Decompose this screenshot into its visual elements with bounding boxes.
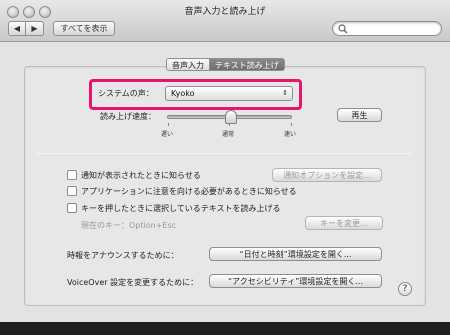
system-voice-select[interactable]: Kyoko ⇕ [165,86,293,101]
slider-tick [291,123,292,126]
tab-speech-recognition[interactable]: 音声入力 [167,59,209,70]
rate-normal-label: 通常 [222,131,235,138]
search-icon [338,24,348,34]
show-all-button[interactable]: すべてを表示 [53,21,115,36]
search-input[interactable] [332,21,442,36]
announce-alerts-checkbox[interactable] [67,170,77,180]
speaking-rate-slider[interactable] [167,110,292,124]
announce-alerts-label: 通知が表示されたときに知らせる [81,171,201,180]
forward-arrow-icon: ▶ [31,24,38,33]
desktop-edge [0,322,450,335]
change-key-button[interactable]: キーを変更... [305,216,383,230]
current-key-label: 現在のキー：Option+Esc [81,221,177,230]
play-button[interactable]: 再生 [337,108,382,122]
tab-bar: 音声入力 テキスト読み上げ [166,58,285,71]
preferences-window: 音声入力と読み上げ ◀ ▶ すべてを表示 音声入力 テキスト読み上げ システムの… [0,0,450,335]
help-button[interactable]: ? [398,282,412,296]
window-title: 音声入力と読み上げ [184,7,266,17]
open-accessibility-button[interactable]: “アクセシビリティ”環境設定を開く... [209,274,382,288]
titlebar: 音声入力と読み上げ ◀ ▶ すべてを表示 [0,0,450,42]
popup-arrows-icon: ⇕ [282,89,288,97]
slider-knob[interactable] [224,110,237,124]
back-button[interactable]: ◀ [8,21,26,36]
rate-fast-label: 速い [284,131,297,138]
open-date-time-button[interactable]: “日付と時刻”環境設定を開く... [209,247,382,261]
system-voice-label: システムの声： [98,89,154,98]
separator [36,153,412,154]
help-icon: ? [402,284,408,294]
speak-selection-checkbox[interactable] [67,203,77,213]
announce-attention-checkbox[interactable] [67,186,77,196]
announce-time-label: 時報をアナウンスするために： [67,251,179,260]
forward-button[interactable]: ▶ [26,21,44,36]
voiceover-label: VoiceOver 設定を変更するために： [67,278,199,287]
speak-selection-label: キーを押したときに選択しているテキストを読み上げる [81,204,281,213]
slider-tick [168,123,169,126]
slider-tick [229,123,230,126]
speaking-rate-label: 読み上げ速度： [100,112,156,121]
tab-text-to-speech[interactable]: テキスト読み上げ [209,59,284,70]
announce-attention-label: アプリケーションに注意を向ける必要があるときに知らせる [81,187,297,196]
system-voice-value: Kyoko [171,89,195,98]
back-arrow-icon: ◀ [13,24,21,33]
rate-slow-label: 遅い [161,131,174,138]
notification-options-button[interactable]: 通知オプションを設定... [272,168,382,182]
